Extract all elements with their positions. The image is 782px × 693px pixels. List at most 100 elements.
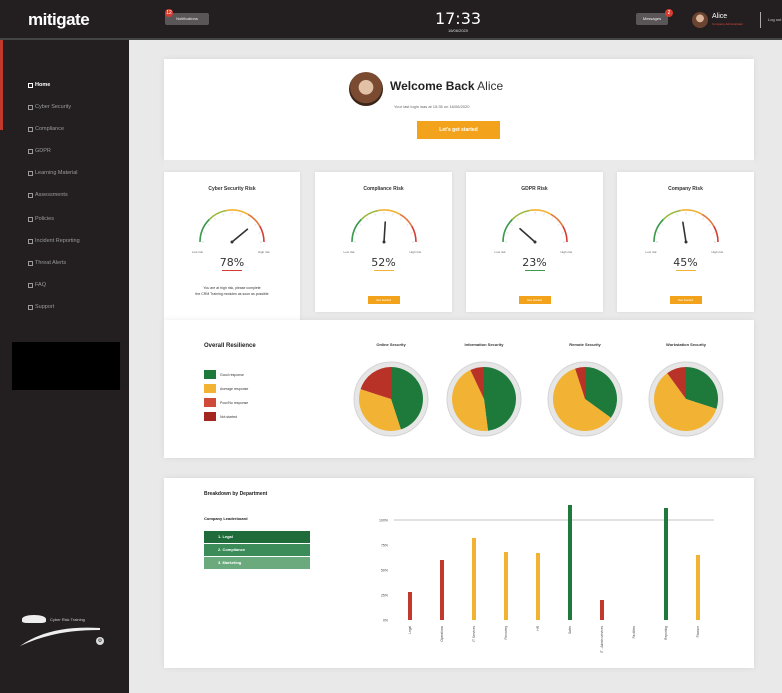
gauge-high-label: High risk: [258, 250, 270, 254]
leaderboard-row[interactable]: 2. Compliance: [204, 544, 310, 556]
welcome-panel: Welcome Back Alice Your last login was a…: [164, 59, 754, 160]
bar[interactable]: [568, 505, 572, 620]
y-tick-label: 50%: [381, 569, 388, 573]
leaderboard-row[interactable]: 3. Marketing: [204, 557, 310, 569]
legend-swatch: [204, 412, 216, 421]
get-started-button[interactable]: Let's get started: [417, 121, 500, 139]
sidebar-item-label: Assessments: [35, 192, 68, 198]
leaderboard-row[interactable]: 1. Legal: [204, 531, 310, 543]
logout-link[interactable]: Log out: [768, 17, 781, 22]
sidebar-item-label: Cyber Security: [35, 104, 72, 110]
user-role: Company Administrator: [712, 22, 744, 26]
gauge-tick: [675, 213, 678, 216]
gauge-high-label: High risk: [560, 250, 573, 254]
gauge-tick: [516, 217, 519, 220]
sidebar-accent: [0, 40, 3, 130]
gauge-get-started-button[interactable]: Get started: [367, 296, 400, 304]
gauge-arc: [247, 213, 261, 227]
gauge-tick: [203, 232, 206, 234]
sidebar-item-incident-reporting[interactable]: Incident Reporting: [28, 238, 80, 244]
sidebar-item-threat-alerts[interactable]: Threat Alerts: [28, 260, 66, 266]
gauge-get-started-button[interactable]: Get started: [518, 296, 551, 304]
gauge-arc: [712, 225, 719, 243]
gauge-tick: [207, 224, 210, 226]
x-tick-label: Reporting: [664, 626, 668, 640]
gauge-tick: [661, 224, 663, 226]
sidebar-item-label: Support: [35, 304, 55, 310]
gauge-tick: [712, 232, 715, 234]
pie-title: Information Security: [464, 342, 504, 347]
gauge-note: You are at high risk, please complete: [203, 286, 261, 290]
bar[interactable]: [600, 600, 604, 620]
pie-title: Online Security: [376, 342, 406, 347]
gauge-tick: [391, 213, 394, 216]
sidebar-item-label: FAQ: [35, 282, 47, 288]
gauge-dial: [350, 209, 417, 244]
user-avatar[interactable]: [692, 12, 708, 28]
gauge-hub: [684, 240, 687, 244]
sidebar-item-support[interactable]: Support: [28, 304, 54, 310]
messages-button[interactable]: Messages: [636, 13, 668, 25]
gauge-arc: [501, 218, 513, 243]
breakdown-panel: Breakdown by Department Company Leaderbo…: [164, 478, 754, 668]
notifications-badge: 12: [165, 9, 173, 17]
gauge-tick: [406, 224, 408, 226]
settings-icon[interactable]: ⚙: [96, 637, 104, 645]
sidebar-item-label: Policies: [35, 216, 54, 222]
gauge-title: GDPR Risk: [521, 186, 548, 192]
x-tick-label: IT - Admin services: [600, 626, 604, 653]
x-tick-label: Facilities: [632, 626, 636, 639]
sidebar-item-policies[interactable]: Policies: [28, 216, 54, 222]
gauge-tick: [222, 213, 224, 216]
gauge-arc: [399, 213, 412, 227]
checkbox-icon: [28, 238, 33, 244]
bar[interactable]: [664, 508, 668, 620]
gauge-tick: [410, 232, 413, 234]
checkbox-icon: [28, 260, 33, 266]
gauge-needle: [382, 221, 386, 243]
pie-chart: [547, 361, 623, 437]
gauge-arc: [679, 209, 702, 215]
gauge-get-started-button[interactable]: Get started: [669, 296, 702, 304]
sidebar-item-gdpr[interactable]: GDPR: [28, 148, 51, 154]
gauge-arc: [528, 209, 551, 215]
sidebar-item-cyber-security[interactable]: Cyber Security: [28, 104, 71, 110]
x-tick-label: HR: [536, 625, 540, 630]
bar[interactable]: [536, 553, 540, 620]
gauge-arc: [350, 218, 362, 243]
sidebar-item-label: Compliance: [35, 126, 65, 132]
x-tick-label: Legal: [408, 626, 412, 634]
gauge-tick: [254, 224, 257, 226]
checkbox-icon: [28, 126, 33, 132]
sidebar-item-home[interactable]: Home: [28, 82, 50, 88]
swoosh-icon: [20, 627, 100, 646]
checkbox-icon: [28, 192, 33, 198]
x-tick-label: Operations: [440, 626, 444, 642]
user-name[interactable]: Alice: [712, 13, 727, 20]
sidebar-item-learning-material[interactable]: Learning Material: [28, 170, 78, 176]
sidebar-item-faq[interactable]: FAQ: [28, 282, 46, 288]
sidebar-item-assessments[interactable]: Assessments: [28, 192, 68, 198]
checkbox-icon: [28, 170, 33, 176]
gauge-arc: [410, 225, 417, 243]
bar[interactable]: [472, 538, 476, 620]
bar[interactable]: [408, 592, 412, 620]
gauge-tick: [701, 217, 704, 220]
gauge-tick: [667, 217, 670, 220]
welcome-title: Welcome Back Alice: [390, 79, 504, 93]
gauge-value: 23%: [522, 256, 547, 269]
sidebar-item-label: Home: [35, 82, 51, 88]
gauge-high-label: High risk: [711, 250, 724, 254]
bar[interactable]: [504, 552, 508, 620]
app-logo[interactable]: mitigate: [28, 10, 90, 30]
pie-title: Remote Security: [569, 342, 601, 347]
pie-chart: [353, 361, 429, 437]
breakdown-title: Breakdown by Department: [204, 491, 268, 497]
gauge-low-label: Low risk: [645, 250, 657, 254]
gauge-value: 78%: [219, 256, 245, 269]
bar[interactable]: [696, 555, 700, 620]
bar[interactable]: [440, 560, 444, 620]
leaderboard-title: Company Leaderboard: [204, 516, 248, 521]
legend-label: Poor/No response: [220, 400, 249, 405]
sidebar-item-compliance[interactable]: Compliance: [28, 126, 64, 132]
